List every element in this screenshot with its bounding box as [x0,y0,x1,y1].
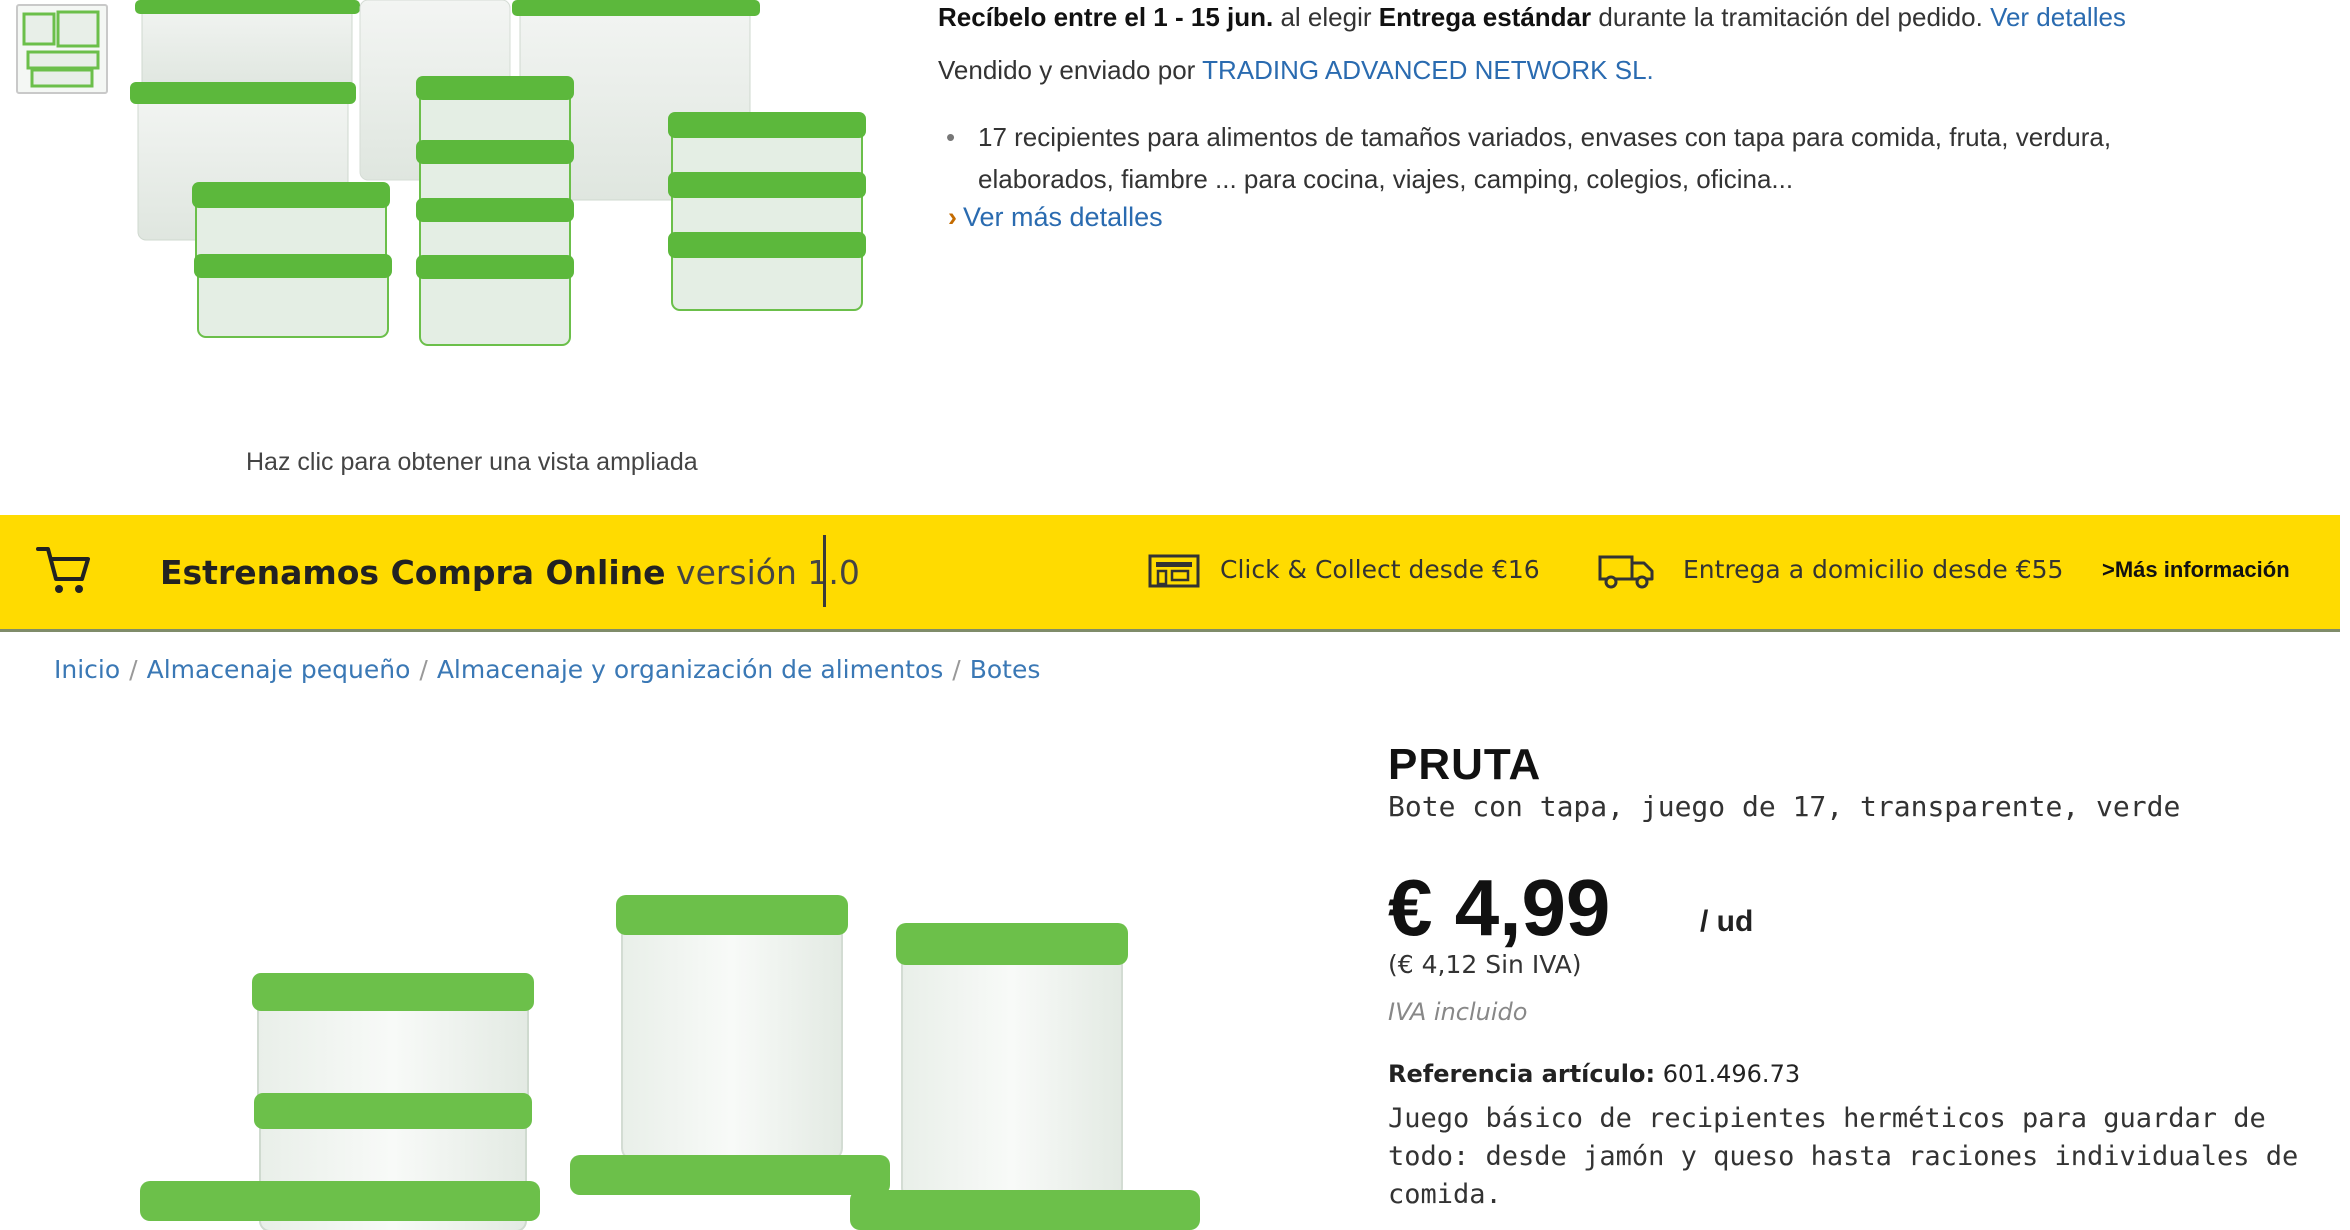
breadcrumb-home[interactable]: Inicio [54,655,120,684]
price-unit: / ud [1700,905,1754,938]
feature-bullet-text: 17 recipientes para alimentos de tamaños… [978,122,2112,194]
banner-divider [823,535,826,607]
breadcrumb-small-storage[interactable]: Almacenaje pequeño [147,655,411,684]
home-delivery-text: Entrega a domicilio desde €55 [1683,555,2064,584]
price-without-vat: (€ 4,12 Sin IVA) [1388,950,1582,979]
breadcrumb-food-storage[interactable]: Almacenaje y organización de alimentos [437,655,943,684]
breadcrumb-separator: / [419,655,428,684]
product-long-description: Juego básico de recipientes herméticos p… [1388,1103,2299,1210]
more-info-link[interactable]: >Más información [2102,557,2290,583]
product-name: PRUTA [1388,740,1542,789]
seller-info: Vendido y enviado por TRADING ADVANCED N… [938,55,1654,86]
chevron-right-icon: › [948,202,957,232]
article-reference: Referencia artículo: 601.496.73 [1388,1060,1800,1088]
breadcrumb-separator: / [129,655,138,684]
banner-title-main: Estrenamos Compra Online [160,553,666,592]
store-icon [1148,554,1200,588]
product-price: € 4,99 [1388,863,1611,952]
delivery-method: Entrega estándar [1378,2,1592,32]
banner-version: versión 1.0 [665,553,860,592]
vat-included-note: IVA incluido [1388,998,1528,1026]
breadcrumb-separator: / [952,655,961,684]
shopping-cart-icon [36,547,90,593]
delivery-text-2: durante la tramitación del pedido. [1591,2,1991,32]
seller-link[interactable]: TRADING ADVANCED NETWORK SL. [1202,55,1654,85]
online-shop-banner: Estrenamos Compra Online versión 1.0 Cli… [0,515,2340,632]
more-details-label[interactable]: Ver más detalles [963,202,1163,232]
product-image-containers[interactable] [120,0,890,355]
breadcrumb-jars[interactable]: Botes [970,655,1041,684]
product-image-main[interactable] [130,865,1210,1230]
product-description: Bote con tapa, juego de 17, transparente… [1388,790,2181,823]
delivery-truck-icon [1598,555,1654,589]
click-collect-text: Click & Collect desde €16 [1220,555,1540,584]
more-details-link[interactable]: › Ver más detalles [948,202,1163,233]
product-thumbnail[interactable] [16,4,108,94]
seller-prefix: Vendido y enviado por [938,55,1203,85]
delivery-date: Recíbelo entre el 1 - 15 jun. [938,2,1274,32]
bullet-dot: • [946,122,956,152]
banner-title: Estrenamos Compra Online versión 1.0 [160,553,860,592]
zoom-hint: Haz clic para obtener una vista ampliada [246,448,698,476]
delivery-info: Recíbelo entre el 1 - 15 jun. al elegir … [938,2,2126,33]
breadcrumb: Inicio / Almacenaje pequeño / Almacenaje y o… [54,655,1040,684]
see-details-link[interactable]: Ver detalles [1990,2,2126,32]
article-reference-label: Referencia artículo: [1388,1060,1656,1088]
feature-bullet: • 17 recipientes para alimentos de tamañ… [946,116,2236,200]
delivery-text: al elegir [1273,2,1379,32]
article-reference-value: 601.496.73 [1662,1060,1801,1088]
